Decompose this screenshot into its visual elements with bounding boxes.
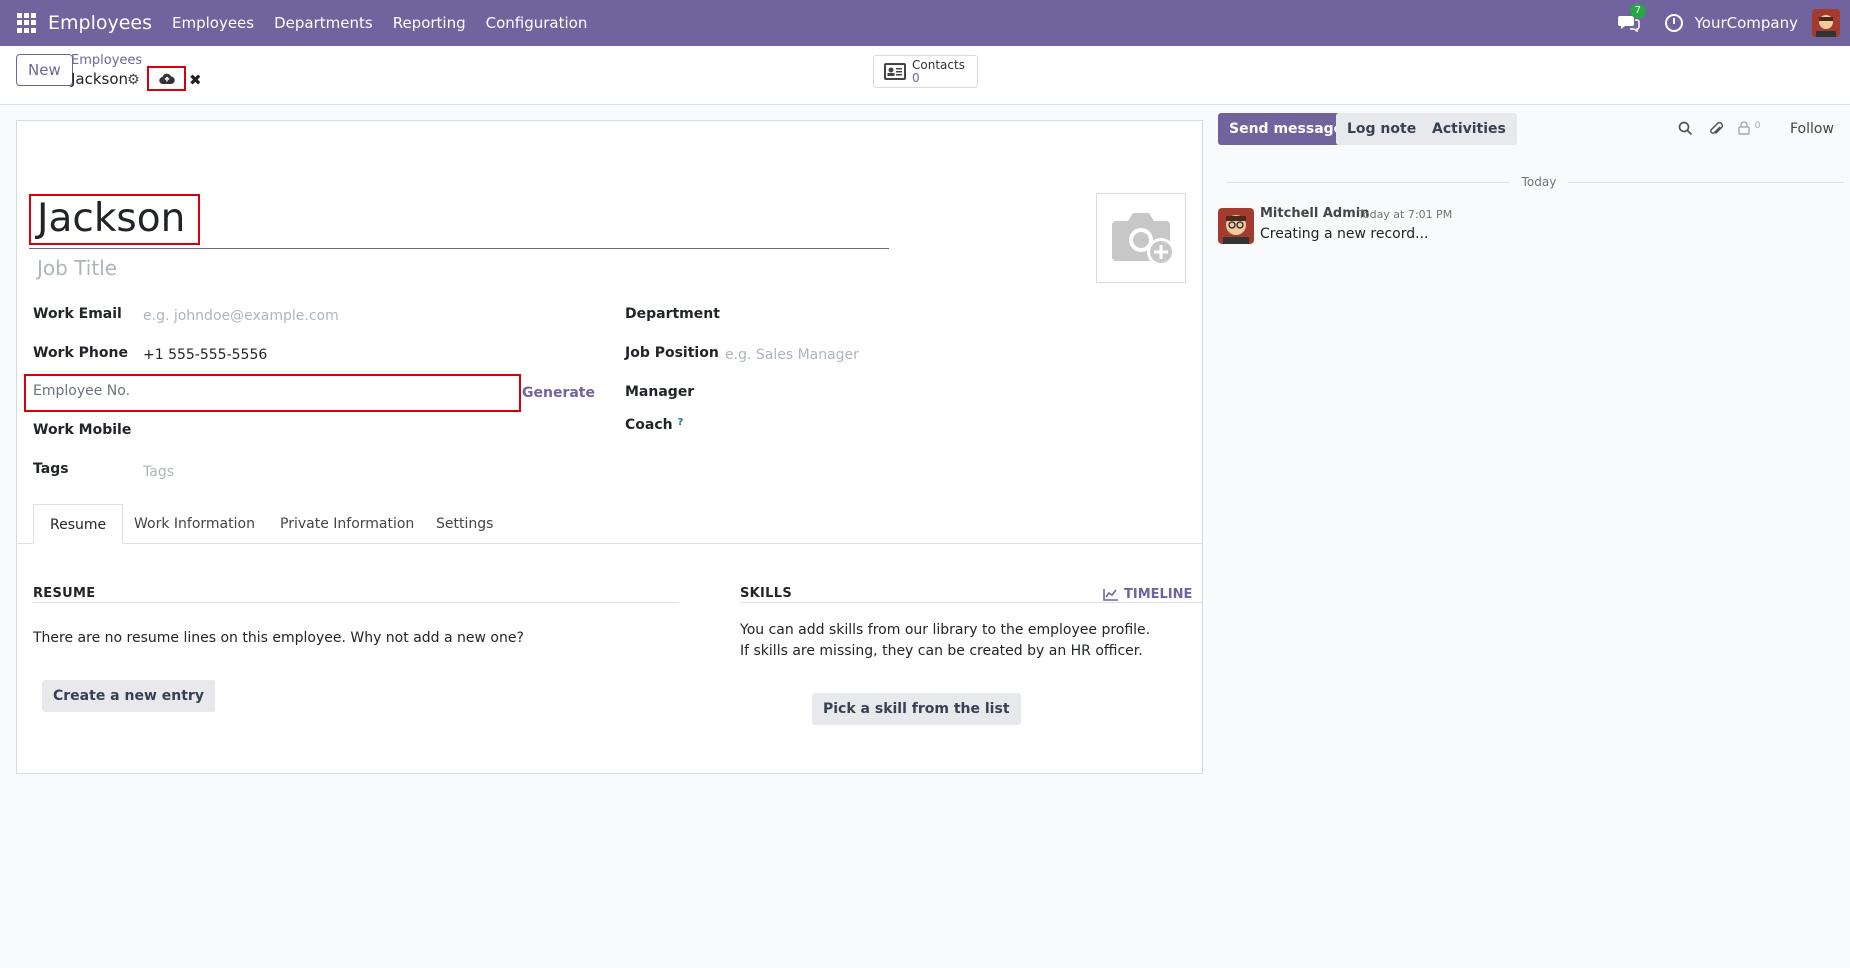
log-note-button[interactable]: Log note [1336,113,1428,145]
create-entry-button[interactable]: Create a new entry [42,680,215,712]
skills-help-line-1: You can add skills from our library to t… [740,622,1151,638]
skills-help-line-2: If skills are missing, they can be creat… [740,643,1143,659]
tab-settings[interactable]: Settings [436,504,493,544]
paperclip-icon[interactable] [1709,121,1724,141]
work-mobile-label: Work Mobile [33,422,132,438]
app-brand[interactable]: Employees [48,12,152,34]
save-cloud-icon[interactable] [147,66,186,91]
date-separator-line [1568,182,1844,183]
control-panel: New Employees Jackson ⚙ ✖ Contacts 0 [0,46,1850,105]
top-navbar: Employees Employees Departments Reportin… [0,0,1850,46]
message-date: Today at 7:01 PM [1358,208,1453,221]
discuss-badge: 7 [1629,4,1646,18]
notebook-tabs: Resume Work Information Private Informat… [17,504,1202,544]
coach-input[interactable] [725,419,1105,439]
date-separator-line [1226,182,1510,183]
address-card-icon [884,63,906,80]
resume-divider [33,602,678,603]
line-chart-icon [1103,588,1118,601]
coach-help-icon[interactable]: ? [677,417,683,428]
work-phone-input[interactable]: +1 555-555-5556 [143,347,267,363]
camera-plus-icon [1112,213,1175,266]
menu-reporting[interactable]: Reporting [393,14,466,32]
department-label: Department [625,306,720,322]
follow-button[interactable]: Follow [1790,121,1834,137]
job-position-input[interactable]: e.g. Sales Manager [725,347,859,363]
job-title-input[interactable]: Job Title [37,256,117,280]
search-icon[interactable] [1678,121,1693,140]
breadcrumb-parent[interactable]: Employees [71,53,142,68]
employee-photo[interactable] [1096,193,1186,283]
employee-no-input[interactable]: Employee No. [33,383,130,399]
tab-resume[interactable]: Resume [33,504,124,544]
work-email-input[interactable]: e.g. johndoe@example.com [143,308,339,324]
menu-employees[interactable]: Employees [172,14,254,32]
message-body: Creating a new record... [1260,226,1429,242]
manager-input[interactable] [725,386,1105,406]
activities-button[interactable]: Activities [1421,113,1517,145]
chatter-panel: Send message Log note Activities 0 Follo… [1218,112,1850,968]
timeline-label: TIMELINE [1124,587,1193,602]
new-button[interactable]: New [16,54,73,86]
skills-help-text: You can add skills from our library to t… [740,620,1150,662]
menu-configuration[interactable]: Configuration [486,14,588,32]
skills-section-title: SKILLS [740,586,793,601]
apps-menu-icon[interactable] [17,13,37,33]
generate-button[interactable]: Generate [522,385,595,401]
job-position-label: Job Position [625,345,719,361]
message-author-avatar[interactable] [1218,208,1254,244]
menu-departments[interactable]: Departments [274,14,373,32]
coach-label: Coach ? [625,417,683,433]
discuss-icon[interactable]: 7 [1617,4,1646,33]
work-mobile-input[interactable] [143,424,523,444]
user-avatar[interactable] [1812,9,1840,37]
followers-count: 0 [1754,121,1761,131]
tab-private-information[interactable]: Private Information [280,504,414,544]
gear-icon[interactable]: ⚙ [127,72,140,88]
discard-icon[interactable]: ✖ [189,71,202,89]
tab-work-information[interactable]: Work Information [134,504,255,544]
tags-input[interactable]: Tags [143,464,174,480]
resume-section-title: RESUME [33,586,96,601]
contacts-smart-button[interactable]: Contacts 0 [873,55,978,88]
breadcrumb-current: Jackson [71,70,129,88]
company-switcher[interactable]: YourCompany [1695,14,1798,32]
employee-name-input[interactable]: Jackson [37,196,185,241]
work-email-label: Work Email [33,306,122,322]
date-separator: Today [1521,175,1557,189]
skills-divider [740,602,1202,603]
form-sheet: Jackson Job Title Work Email e.g. johndo… [16,120,1203,774]
timeline-toggle[interactable]: TIMELINE [1103,587,1192,602]
message-author[interactable]: Mitchell Admin [1260,206,1369,221]
work-phone-label: Work Phone [33,345,128,361]
coach-label-text: Coach [625,417,673,433]
followers-lock-icon[interactable]: 0 [1738,121,1761,139]
department-input[interactable] [725,308,1105,328]
contacts-count: 0 [912,70,920,85]
resume-empty-text: There are no resume lines on this employ… [33,630,524,646]
pick-skill-button[interactable]: Pick a skill from the list [812,693,1021,725]
name-underline [29,248,889,249]
manager-label: Manager [625,384,695,400]
tags-label: Tags [33,461,69,477]
contacts-label: Contacts [912,57,965,72]
activity-clock-icon[interactable] [1664,14,1683,32]
send-message-button[interactable]: Send message [1218,113,1355,145]
